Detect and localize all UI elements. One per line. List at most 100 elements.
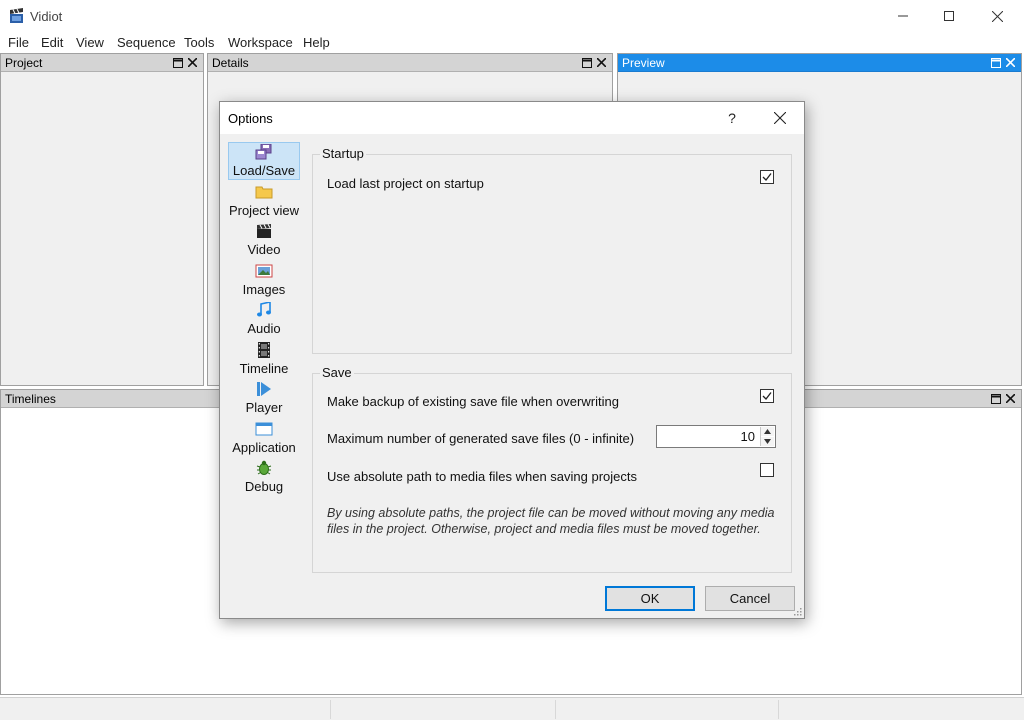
menu-view[interactable]: View [76,35,104,50]
pane-restore-button[interactable] [171,55,184,70]
options-dialog: Options ? Load/Save Project view Video I… [219,101,805,619]
clapperboard-icon [10,8,23,23]
pane-close-button[interactable] [1004,55,1017,70]
category-label: Video [247,242,281,257]
backup-checkbox[interactable] [760,389,774,403]
title-bar: Vidiot [0,0,1024,32]
category-video[interactable]: Video [226,221,302,259]
dialog-title: Options [228,111,273,126]
minimize-icon [898,15,908,17]
play-icon [257,382,271,396]
dialog-title-bar: Options ? [220,102,804,134]
pane-close-button[interactable] [595,55,608,70]
arrow-down-icon [764,439,771,444]
project-pane: Project [0,53,204,386]
dialog-close-button[interactable] [760,106,800,130]
maximize-icon [944,11,954,21]
absolute-path-note: By using absolute paths, the project fil… [327,506,775,536]
menu-edit[interactable]: Edit [41,35,63,50]
menu-bar: File Edit View Sequence Tools Workspace … [0,32,1024,52]
restore-icon [172,57,183,68]
startup-group-title: Startup [320,146,366,161]
restore-icon [581,57,592,68]
status-field [555,700,556,719]
status-field [778,700,779,719]
category-label: Project view [228,203,300,218]
absolute-path-label: Use absolute path to media files when sa… [327,469,638,484]
max-save-files-spinner[interactable]: 10 [656,425,776,448]
load-last-project-checkbox[interactable] [760,170,774,184]
category-player[interactable]: Player [226,379,302,417]
film-strip-icon [258,342,270,358]
pane-restore-button[interactable] [580,55,593,70]
spinner-up-button[interactable] [761,427,774,436]
category-label: Audio [247,321,281,336]
status-bar [0,697,1024,720]
details-pane-title: Details [212,56,249,70]
restore-icon [990,393,1001,404]
ok-button[interactable]: OK [605,586,695,611]
category-application[interactable]: Application [226,419,302,457]
category-label: Images [242,282,286,297]
menu-help[interactable]: Help [303,35,330,50]
resize-grip-icon[interactable] [792,606,802,616]
close-icon [188,58,197,67]
maximize-button[interactable] [926,0,972,32]
preview-pane-title: Preview [622,56,665,70]
close-window-button[interactable] [974,0,1020,32]
menu-sequence[interactable]: Sequence [117,35,176,50]
project-pane-body [1,72,203,385]
arrow-up-icon [764,429,771,434]
category-list: Load/Save Project view Video Images Audi… [226,140,302,560]
category-label: Load/Save [232,163,296,178]
category-timeline[interactable]: Timeline [226,340,302,378]
help-button[interactable]: ? [714,106,750,130]
status-field [330,700,331,719]
close-icon [774,112,786,124]
absolute-path-checkbox[interactable] [760,463,774,477]
spinner-down-button[interactable] [761,437,774,446]
folder-icon [255,186,273,199]
backup-label: Make backup of existing save file when o… [327,394,619,409]
picture-icon [255,264,273,278]
pane-close-button[interactable] [186,55,199,70]
checkmark-icon [762,173,772,181]
details-pane-header[interactable]: Details [208,54,612,72]
max-save-files-value[interactable]: 10 [741,429,755,444]
load-last-project-label: Load last project on startup [327,176,484,191]
music-note-icon [257,302,271,317]
category-label: Player [245,400,283,415]
pane-close-button[interactable] [1004,391,1017,406]
close-icon [1006,394,1015,403]
preview-pane-header[interactable]: Preview [618,54,1021,72]
menu-file[interactable]: File [8,35,29,50]
window-title: Vidiot [30,9,63,24]
category-project-view[interactable]: Project view [226,182,302,220]
restore-icon [990,57,1001,68]
category-images[interactable]: Images [226,261,302,299]
close-icon [597,58,606,67]
category-label: Timeline [239,361,289,376]
clapper-icon [257,223,271,238]
disks-icon [255,144,272,160]
timelines-pane-title: Timelines [5,392,56,406]
pane-restore-button[interactable] [989,55,1002,70]
category-label: Application [232,440,296,455]
pane-restore-button[interactable] [989,391,1002,406]
cancel-button[interactable]: Cancel [705,586,795,611]
spinner-buttons [760,427,774,446]
window-icon [255,422,273,436]
menu-tools[interactable]: Tools [184,35,214,50]
category-load-save[interactable]: Load/Save [226,142,302,180]
minimize-button[interactable] [880,0,926,32]
save-group-title: Save [320,365,354,380]
project-pane-header[interactable]: Project [1,54,203,72]
category-label: Debug [244,479,284,494]
menu-workspace[interactable]: Workspace [228,35,293,50]
close-icon [991,10,1003,22]
max-save-files-label: Maximum number of generated save files (… [327,431,635,446]
category-audio[interactable]: Audio [226,300,302,338]
bug-icon [256,460,272,475]
category-debug[interactable]: Debug [226,458,302,496]
close-icon [1006,58,1015,67]
